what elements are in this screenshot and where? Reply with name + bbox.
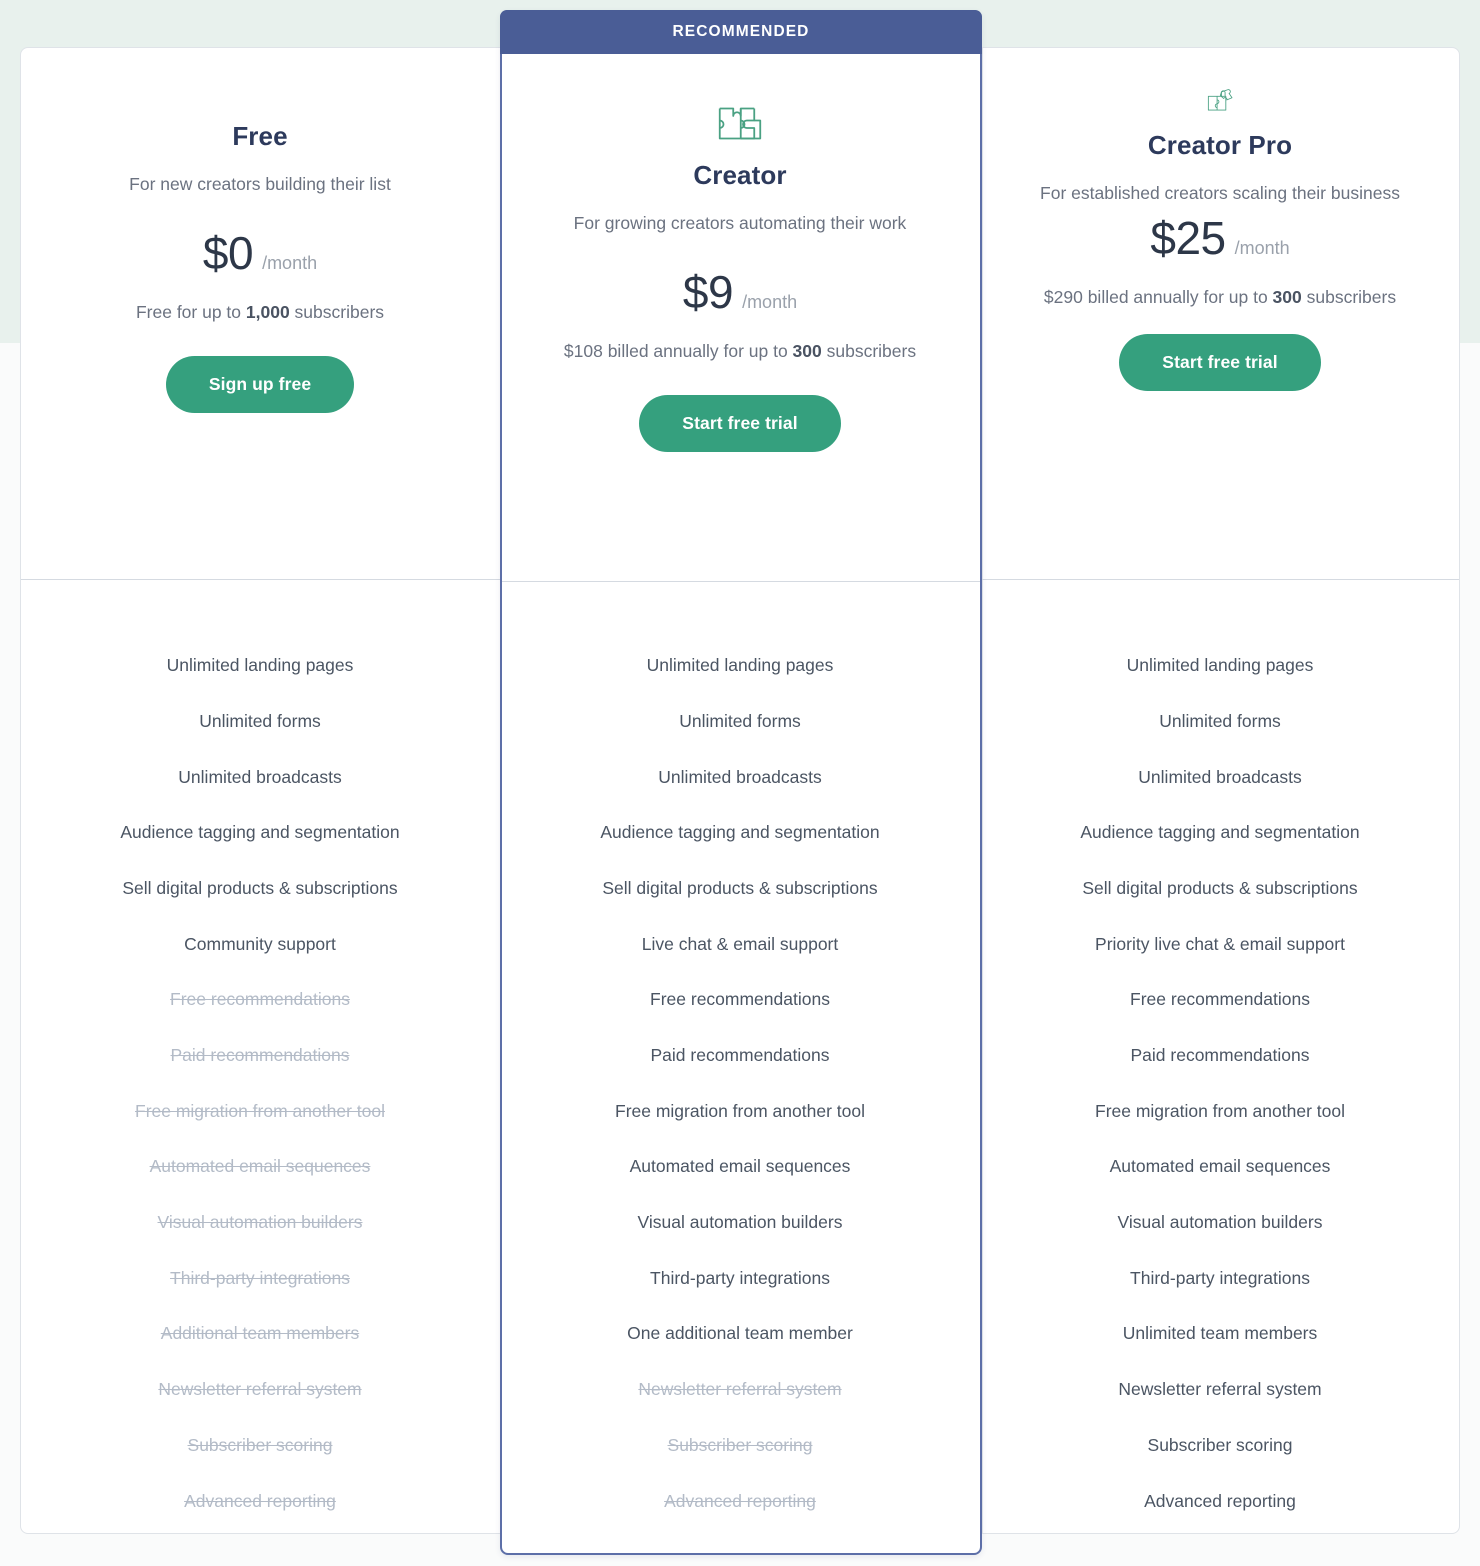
feature-item: Paid recommendations [170, 1045, 350, 1066]
price-amount: $9 [682, 266, 734, 319]
feature-list-creator: Unlimited landing pages Unlimited forms Un… [522, 578, 958, 1529]
feature-item: Third-party integrations [170, 1267, 350, 1288]
feature-item: Advanced reporting [1144, 1490, 1296, 1511]
feature-item: Advanced reporting [184, 1490, 336, 1511]
puzzle-four-pieces-icon [1207, 89, 1233, 111]
plan-columns: Free For new creators building their lis… [20, 47, 1460, 1534]
plan-name: Creator [693, 160, 787, 190]
billing-note-bold: 1,000 [245, 302, 290, 323]
feature-item: Paid recommendations [1130, 1045, 1310, 1066]
feature-item: Sell digital products & subscriptions [1082, 877, 1358, 898]
feature-item: Unlimited landing pages [166, 655, 354, 676]
plan-header-creator-pro: Creator Pro For established creators sca… [1002, 47, 1438, 578]
plan-description: For new creators building their list [129, 174, 391, 194]
puzzle-three-pieces-icon [718, 107, 762, 140]
puzzle-two-pieces-icon [229, 47, 291, 104]
feature-item: Unlimited forms [679, 710, 801, 731]
plan-header-free: Free For new creators building their lis… [42, 47, 478, 578]
price-period: /month [262, 253, 318, 274]
feature-item: Visual automation builders [637, 1212, 843, 1233]
plan-column-creator-pro: Creator Pro For established creators sca… [980, 47, 1460, 1534]
plan-column-creator: Creator For growing creators automating … [500, 47, 980, 1534]
billing-note-suffix: subscribers [821, 341, 917, 362]
billing-note-suffix: subscribers [289, 302, 385, 323]
feature-item: Automated email sequences [149, 1156, 371, 1177]
plan-column-free: Free For new creators building their lis… [20, 47, 500, 1534]
price-amount: $0 [202, 227, 254, 280]
feature-item: Free migration from another tool [1095, 1100, 1345, 1121]
feature-item: Sell digital products & subscriptions [602, 877, 878, 898]
feature-item: Subscriber scoring [667, 1434, 813, 1455]
pricing-page: RECOMMENDED Free For new creators buildi… [0, 0, 1480, 1566]
billing-note-prefix: Free for up to [135, 302, 246, 323]
feature-item: Unlimited forms [199, 710, 321, 731]
feature-item: Unlimited broadcasts [1138, 766, 1302, 787]
plan-description: For established creators scaling their b… [1040, 183, 1400, 203]
feature-list-free: Unlimited landing pages Unlimited forms Un… [42, 578, 478, 1529]
feature-item: Newsletter referral system [638, 1379, 842, 1400]
cta-wrapper: Start free trial [522, 394, 958, 452]
feature-item: Unlimited broadcasts [178, 766, 342, 787]
billing-note: $290 billed annually for up to 300 subsc… [1002, 283, 1438, 312]
feature-item: Free recommendations [1130, 989, 1310, 1010]
feature-item: Automated email sequences [1109, 1156, 1331, 1177]
billing-note-prefix: $290 billed annually for up to [1043, 287, 1273, 308]
feature-item: Newsletter referral system [158, 1379, 362, 1400]
feature-item: Unlimited broadcasts [658, 766, 822, 787]
plan-description: For growing creators automating their wo… [573, 213, 907, 233]
feature-item: Unlimited landing pages [1126, 655, 1314, 676]
billing-note-bold: 300 [1272, 287, 1302, 308]
plan-price: $0 /month [42, 230, 478, 276]
feature-item: Free recommendations [650, 989, 830, 1010]
billing-note: $108 billed annually for up to 300 subsc… [522, 337, 958, 366]
feature-item: Third-party integrations [650, 1267, 830, 1288]
feature-item: Live chat & email support [641, 933, 839, 954]
feature-item: Automated email sequences [629, 1156, 851, 1177]
feature-item: Subscriber scoring [187, 1434, 333, 1455]
feature-item: Sell digital products & subscriptions [122, 877, 398, 898]
signup-button[interactable]: Sign up free [165, 355, 355, 413]
feature-item: Priority live chat & email support [1095, 933, 1345, 954]
cta-wrapper: Start free trial [1002, 333, 1438, 391]
price-amount: $25 [1150, 212, 1226, 265]
feature-item: Audience tagging and segmentation [1080, 822, 1360, 843]
plan-header-creator: Creator For growing creators automating … [522, 47, 958, 578]
billing-note-suffix: subscribers [1301, 287, 1397, 308]
feature-item: Unlimited landing pages [646, 655, 834, 676]
feature-item: Free migration from another tool [135, 1100, 385, 1121]
feature-item: Subscriber scoring [1147, 1434, 1293, 1455]
plan-name: Creator Pro [1147, 130, 1293, 160]
feature-item: Visual automation builders [1117, 1212, 1323, 1233]
billing-note-prefix: $108 billed annually for up to [563, 341, 793, 362]
start-trial-button[interactable]: Start free trial [1119, 333, 1321, 391]
feature-item: Community support [184, 933, 336, 954]
feature-item: Third-party integrations [1130, 1267, 1310, 1288]
price-period: /month [742, 292, 798, 313]
feature-item: Audience tagging and segmentation [600, 822, 880, 843]
feature-item: Audience tagging and segmentation [120, 822, 400, 843]
feature-item: Advanced reporting [664, 1490, 816, 1511]
start-trial-button[interactable]: Start free trial [639, 394, 841, 452]
price-period: /month [1234, 238, 1290, 259]
feature-item: Newsletter referral system [1118, 1379, 1322, 1400]
billing-note: Free for up to 1,000 subscribers [42, 298, 478, 327]
plan-price: $25 /month [1002, 215, 1438, 261]
cta-wrapper: Sign up free [42, 355, 478, 413]
feature-item: Free migration from another tool [615, 1100, 865, 1121]
plan-price: $9 /month [522, 269, 958, 315]
billing-note-bold: 300 [792, 341, 822, 362]
feature-item: Unlimited team members [1122, 1323, 1318, 1344]
plan-name: Free [232, 121, 288, 151]
feature-item: Unlimited forms [1159, 710, 1281, 731]
feature-list-creator-pro: Unlimited landing pages Unlimited forms Un… [1002, 578, 1438, 1529]
feature-item: Additional team members [160, 1323, 360, 1344]
feature-item: Visual automation builders [157, 1212, 363, 1233]
feature-item: Paid recommendations [650, 1045, 830, 1066]
feature-item: One additional team member [627, 1323, 853, 1344]
feature-item: Free recommendations [170, 989, 350, 1010]
